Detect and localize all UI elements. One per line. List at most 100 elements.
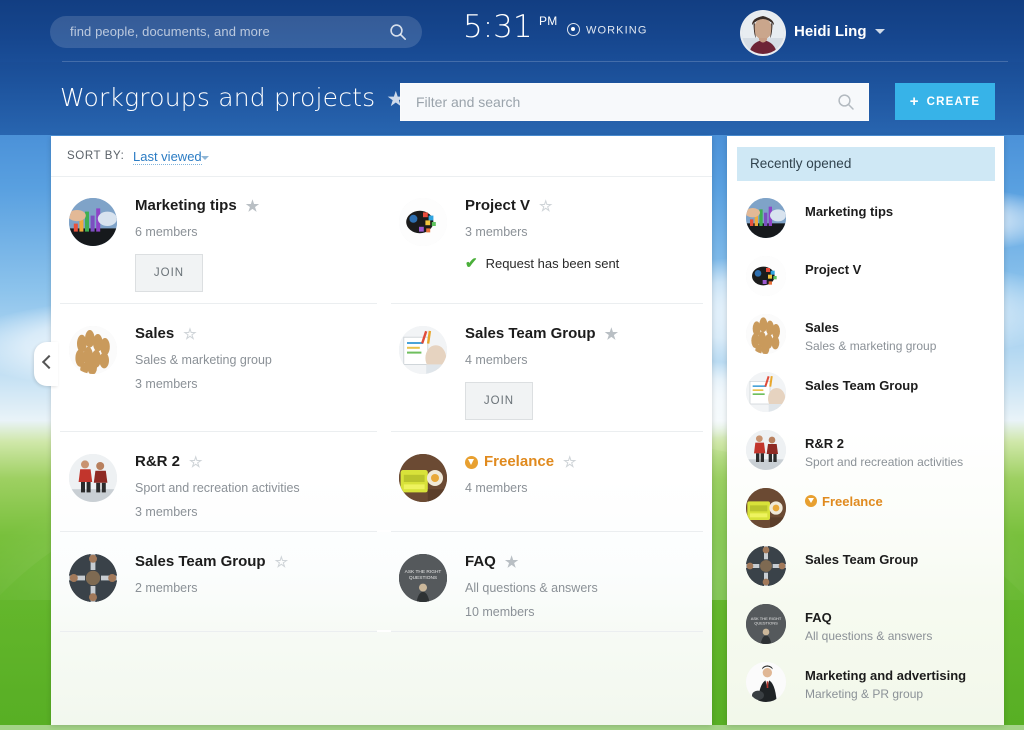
sidebar-collapse-button[interactable] xyxy=(34,342,58,386)
recently-opened-item[interactable]: Sales Team Group xyxy=(727,540,1004,598)
workgroup-card[interactable]: Sales Team Group ☆ 2 members xyxy=(51,532,381,632)
workgroup-card[interactable]: Sales ☆ Sales & marketing group 3 members xyxy=(51,304,381,432)
star-outline-icon[interactable]: ☆ xyxy=(563,455,576,470)
workgroup-name[interactable]: Freelance xyxy=(484,452,554,472)
extranet-badge-icon xyxy=(805,495,817,507)
filter-search-input[interactable]: Filter and search xyxy=(400,83,869,121)
svg-text:ASK THE RIGHT: ASK THE RIGHT xyxy=(405,569,442,575)
recent-item-name[interactable]: FAQ xyxy=(805,609,992,626)
recently-opened-item[interactable]: Marketing tips xyxy=(727,192,1004,250)
recently-opened-item[interactable]: ASK THE RIGHTQUESTIONS FAQ All questions &… xyxy=(727,598,1004,656)
recent-item-name[interactable]: Freelance xyxy=(805,493,992,510)
avatar xyxy=(740,10,786,56)
workgroup-card[interactable]: Sales Team Group★4 membersJOIN xyxy=(381,304,711,432)
join-button[interactable]: JOIN xyxy=(465,382,533,420)
create-button[interactable]: + CREATE xyxy=(895,83,995,120)
status-badge[interactable]: WORKING xyxy=(567,24,647,37)
star-filled-icon[interactable]: ★ xyxy=(505,555,518,570)
recently-opened-item[interactable]: Sales Sales & marketing group xyxy=(727,308,1004,366)
request-sent-label: Request has been sent xyxy=(486,256,620,271)
recently-opened-list: Marketing tips Project V Sales Sales & mark… xyxy=(727,192,1004,714)
workgroup-name[interactable]: Marketing tips xyxy=(135,196,237,216)
plus-icon: + xyxy=(910,94,920,109)
join-button[interactable]: JOIN xyxy=(135,254,203,292)
workgroup-title: Marketing tips ★ xyxy=(135,196,367,216)
recent-item-avatar xyxy=(746,198,786,238)
workgroup-name[interactable]: R&R 2 xyxy=(135,452,180,472)
workgroup-card[interactable]: Project V☆3 members✔Request has been sen… xyxy=(381,176,711,304)
workgroup-member-count: 3 members xyxy=(135,376,367,392)
recently-opened-item[interactable]: Freelance xyxy=(727,482,1004,540)
global-search-input[interactable]: find people, documents, and more xyxy=(50,16,422,48)
chevron-left-icon xyxy=(42,355,56,369)
workgroup-avatar xyxy=(69,454,117,502)
workgroup-description: All questions & answers xyxy=(465,580,697,596)
recent-item-name[interactable]: Sales Team Group xyxy=(805,551,992,568)
workgroup-avatar xyxy=(399,198,447,246)
recent-item-name[interactable]: Marketing and advertising xyxy=(805,667,992,684)
search-icon[interactable] xyxy=(837,93,855,111)
workgroup-card[interactable]: ASK THE RIGHTQUESTIONSFAQ★All questions … xyxy=(381,532,711,632)
recent-item-name[interactable]: R&R 2 xyxy=(805,435,992,452)
workgroup-name[interactable]: FAQ xyxy=(465,552,496,572)
recent-item-name[interactable]: Sales Team Group xyxy=(805,377,992,394)
sort-bar: SORT BY: Last viewed xyxy=(51,136,712,177)
workgroup-card[interactable]: R&R 2☆Sport and recreation activities3 m… xyxy=(51,432,381,532)
workgroup-name[interactable]: Sales Team Group xyxy=(135,552,266,572)
user-name[interactable]: Heidi Ling xyxy=(794,23,885,40)
workgroup-avatar xyxy=(69,554,117,602)
recent-item-avatar xyxy=(746,488,786,528)
workgroup-name[interactable]: Sales xyxy=(135,324,174,344)
workgroup-name[interactable]: Sales Team Group xyxy=(465,324,596,344)
recent-item-name[interactable]: Project V xyxy=(805,261,992,278)
recent-item-name[interactable]: Marketing tips xyxy=(805,203,992,220)
header-divider xyxy=(62,61,1008,62)
column-gap xyxy=(377,630,391,632)
workgroup-title: FAQ ★ xyxy=(465,552,697,572)
workgroup-row: Sales Team Group☆2 membersASK THE RIGHTQ… xyxy=(51,532,712,632)
workgroup-name[interactable]: Project V xyxy=(465,196,530,216)
recently-opened-panel: Recently opened Marketing tips Project V S… xyxy=(727,136,1004,725)
page-title-text: Workgroups and projects xyxy=(60,83,375,112)
workgroup-avatar xyxy=(69,198,117,246)
chevron-down-icon[interactable] xyxy=(201,156,209,160)
recent-item-description: Sales & marketing group xyxy=(805,338,992,354)
recent-item-avatar xyxy=(746,430,786,470)
recently-opened-item[interactable]: R&R 2Sport and recreation activities xyxy=(727,424,1004,482)
recent-item-avatar xyxy=(746,314,786,354)
workgroup-member-count: 6 members xyxy=(135,224,367,240)
clock-time: 5:31 xyxy=(463,9,533,45)
recently-opened-item[interactable]: Project V xyxy=(727,250,1004,308)
sort-value-link[interactable]: Last viewed xyxy=(133,149,202,165)
workgroup-member-count: 10 members xyxy=(465,604,697,620)
recently-opened-title: Recently opened xyxy=(750,156,851,171)
star-filled-icon[interactable]: ★ xyxy=(246,199,259,214)
user-name-label: Heidi Ling xyxy=(794,23,867,40)
star-outline-icon[interactable]: ☆ xyxy=(275,555,288,570)
recently-opened-item[interactable]: Sales Team Group xyxy=(727,366,1004,424)
search-icon[interactable] xyxy=(389,23,407,41)
workgroup-avatar xyxy=(69,326,117,374)
star-outline-icon[interactable]: ☆ xyxy=(189,455,202,470)
workgroup-description: Sales & marketing group xyxy=(135,352,367,368)
workgroup-card[interactable]: Freelance☆4 members xyxy=(381,432,711,532)
workgroup-title: Sales Team Group ☆ xyxy=(135,552,367,572)
star-outline-icon[interactable]: ☆ xyxy=(183,327,196,342)
recently-opened-header: Recently opened xyxy=(737,147,995,181)
recent-item-avatar xyxy=(746,372,786,412)
workgroup-member-count: 2 members xyxy=(135,580,367,596)
recent-item-description: All questions & answers xyxy=(805,628,992,644)
workgroup-card[interactable]: Marketing tips ★ 6 members JOIN xyxy=(51,176,381,304)
status-label: WORKING xyxy=(586,25,647,37)
recent-item-name[interactable]: Sales xyxy=(805,319,992,336)
star-outline-icon[interactable]: ☆ xyxy=(539,199,552,214)
star-filled-icon[interactable]: ★ xyxy=(605,327,618,342)
workgroup-row: Marketing tips★6 membersJOINProject V☆3 … xyxy=(51,176,712,304)
chevron-down-icon[interactable] xyxy=(875,29,885,34)
page-title: Workgroups and projects★ xyxy=(60,83,405,112)
record-dot-icon xyxy=(567,23,580,36)
workgroup-avatar xyxy=(399,454,447,502)
recent-item-avatar: ASK THE RIGHTQUESTIONS xyxy=(746,604,786,644)
recently-opened-item[interactable]: Marketing and advertisingMarketing & PR … xyxy=(727,656,1004,714)
workgroup-title: Freelance ☆ xyxy=(465,452,697,472)
